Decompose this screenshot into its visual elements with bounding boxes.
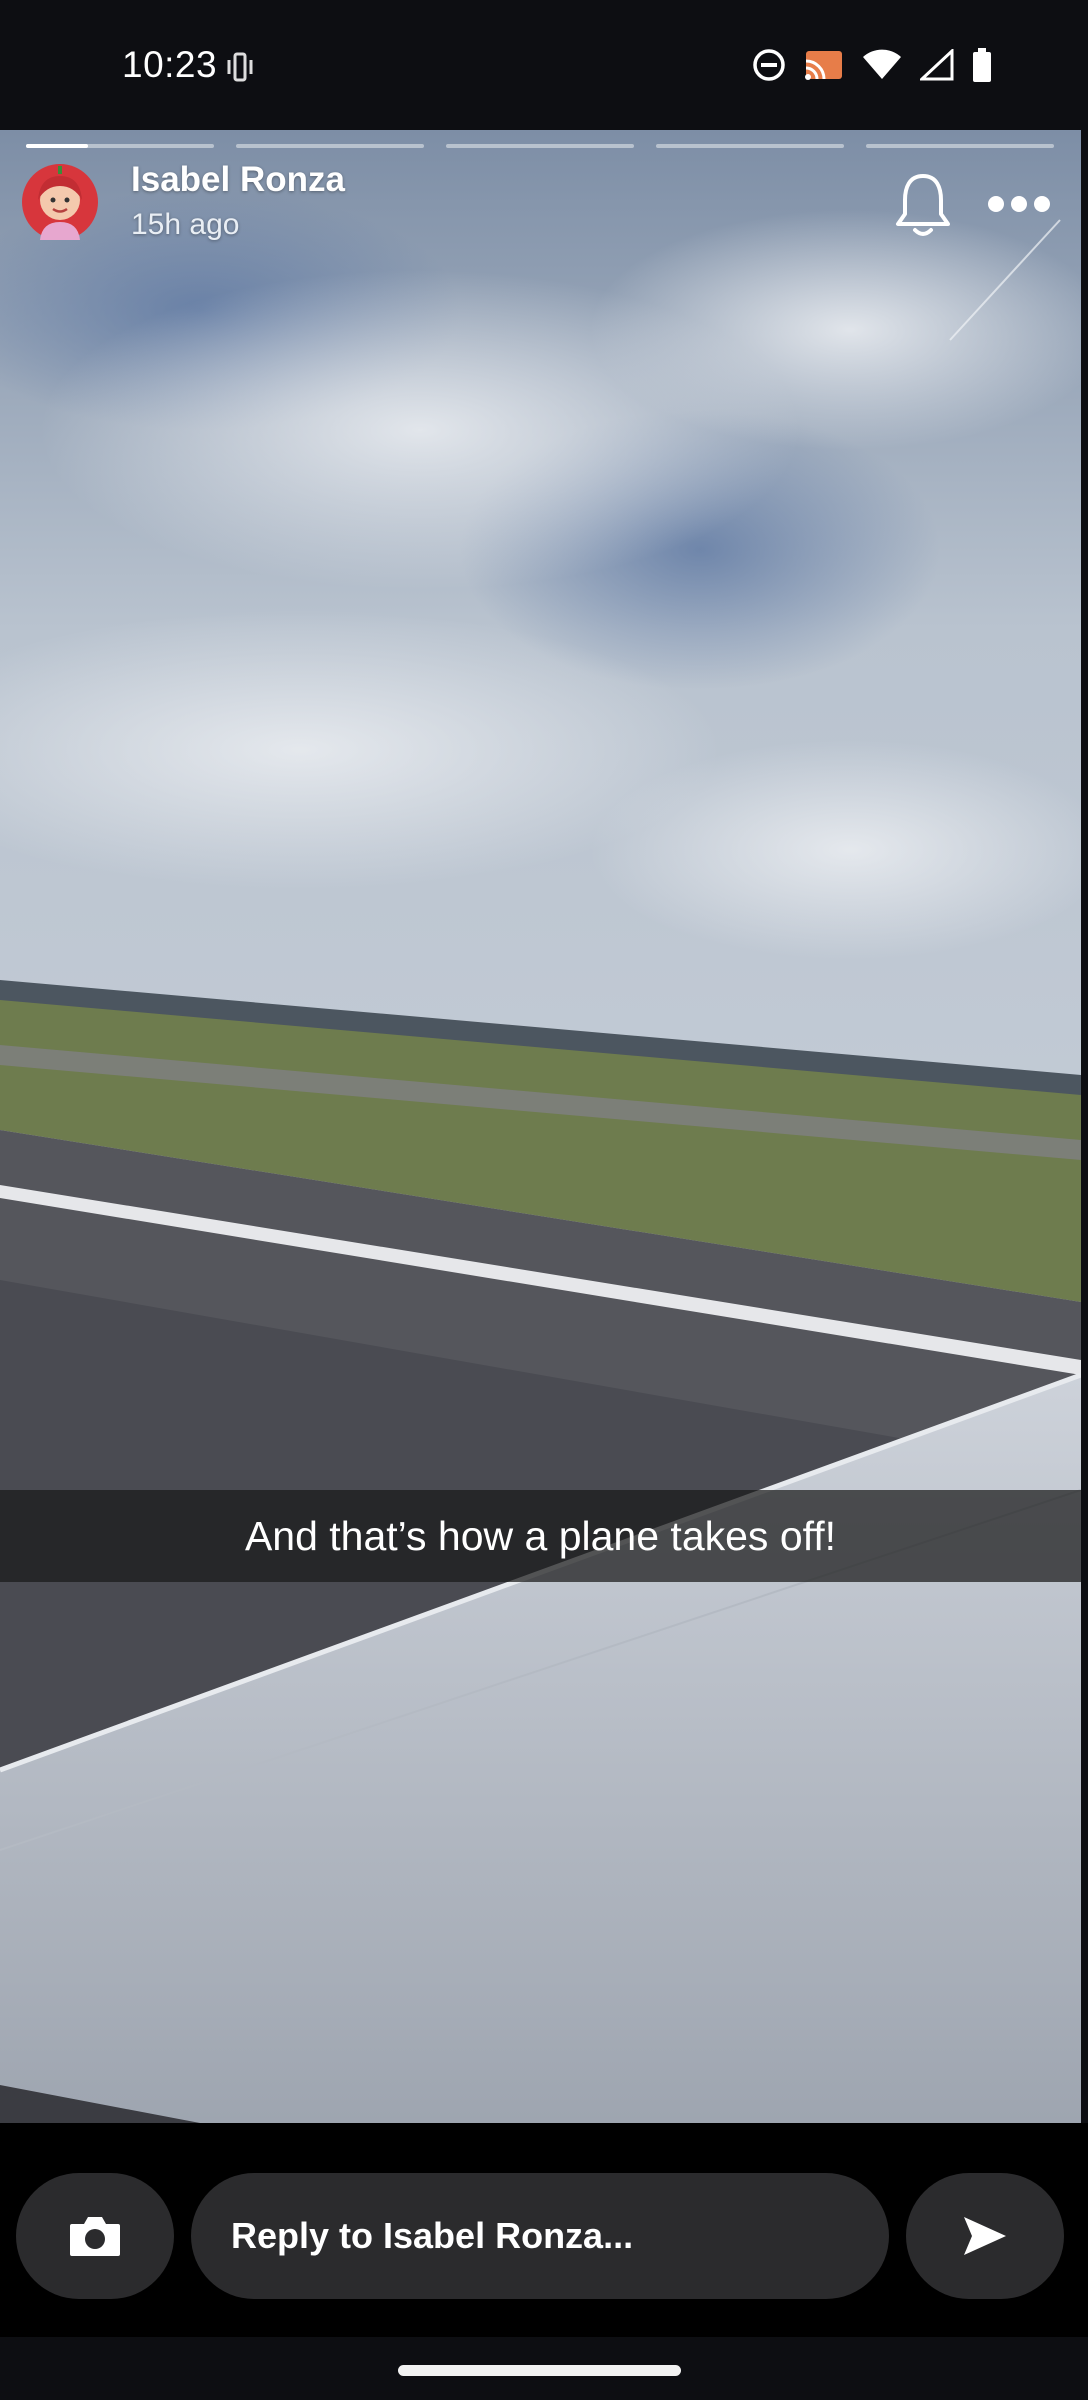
story-username[interactable]: Isabel Ronza — [131, 160, 345, 200]
do-not-disturb-icon — [753, 49, 785, 81]
status-time: 10:23 — [122, 44, 218, 85]
camera-icon — [70, 2217, 120, 2256]
reply-input[interactable]: Reply to Isabel Ronza... — [191, 2173, 889, 2299]
navigation-bar — [0, 2337, 1088, 2400]
status-bar: 10:23 — [0, 0, 1088, 130]
send-icon — [964, 2217, 1006, 2255]
reply-bar: Reply to Isabel Ronza... — [0, 2123, 1088, 2337]
battery-icon — [973, 48, 991, 82]
more-options-icon[interactable] — [986, 194, 1052, 214]
bell-icon[interactable] — [893, 170, 953, 240]
cell-signal-icon — [920, 49, 954, 81]
progress-segment — [236, 144, 424, 148]
reply-placeholder: Reply to Isabel Ronza... — [231, 2215, 634, 2256]
camera-button[interactable] — [16, 2173, 174, 2299]
send-button[interactable] — [906, 2173, 1064, 2299]
wifi-icon — [863, 49, 901, 79]
story-time-ago: 15h ago — [131, 208, 240, 241]
vibrate-icon — [227, 52, 253, 82]
story-viewer[interactable]: Isabel Ronza 15h ago And that’s how a pl… — [0, 130, 1081, 2123]
progress-segment — [446, 144, 634, 148]
progress-fill — [26, 144, 89, 148]
caption-text: And that’s how a plane takes off! — [244, 1512, 837, 1559]
progress-segment — [26, 144, 214, 148]
progress-segment — [866, 144, 1054, 148]
story-image — [0, 130, 1081, 2123]
story-progress-bar — [26, 144, 1054, 148]
cast-icon — [805, 51, 842, 80]
progress-segment — [656, 144, 844, 148]
home-indicator[interactable] — [398, 2365, 681, 2376]
story-caption: And that’s how a plane takes off! — [0, 1490, 1081, 1582]
avatar[interactable] — [22, 164, 98, 240]
